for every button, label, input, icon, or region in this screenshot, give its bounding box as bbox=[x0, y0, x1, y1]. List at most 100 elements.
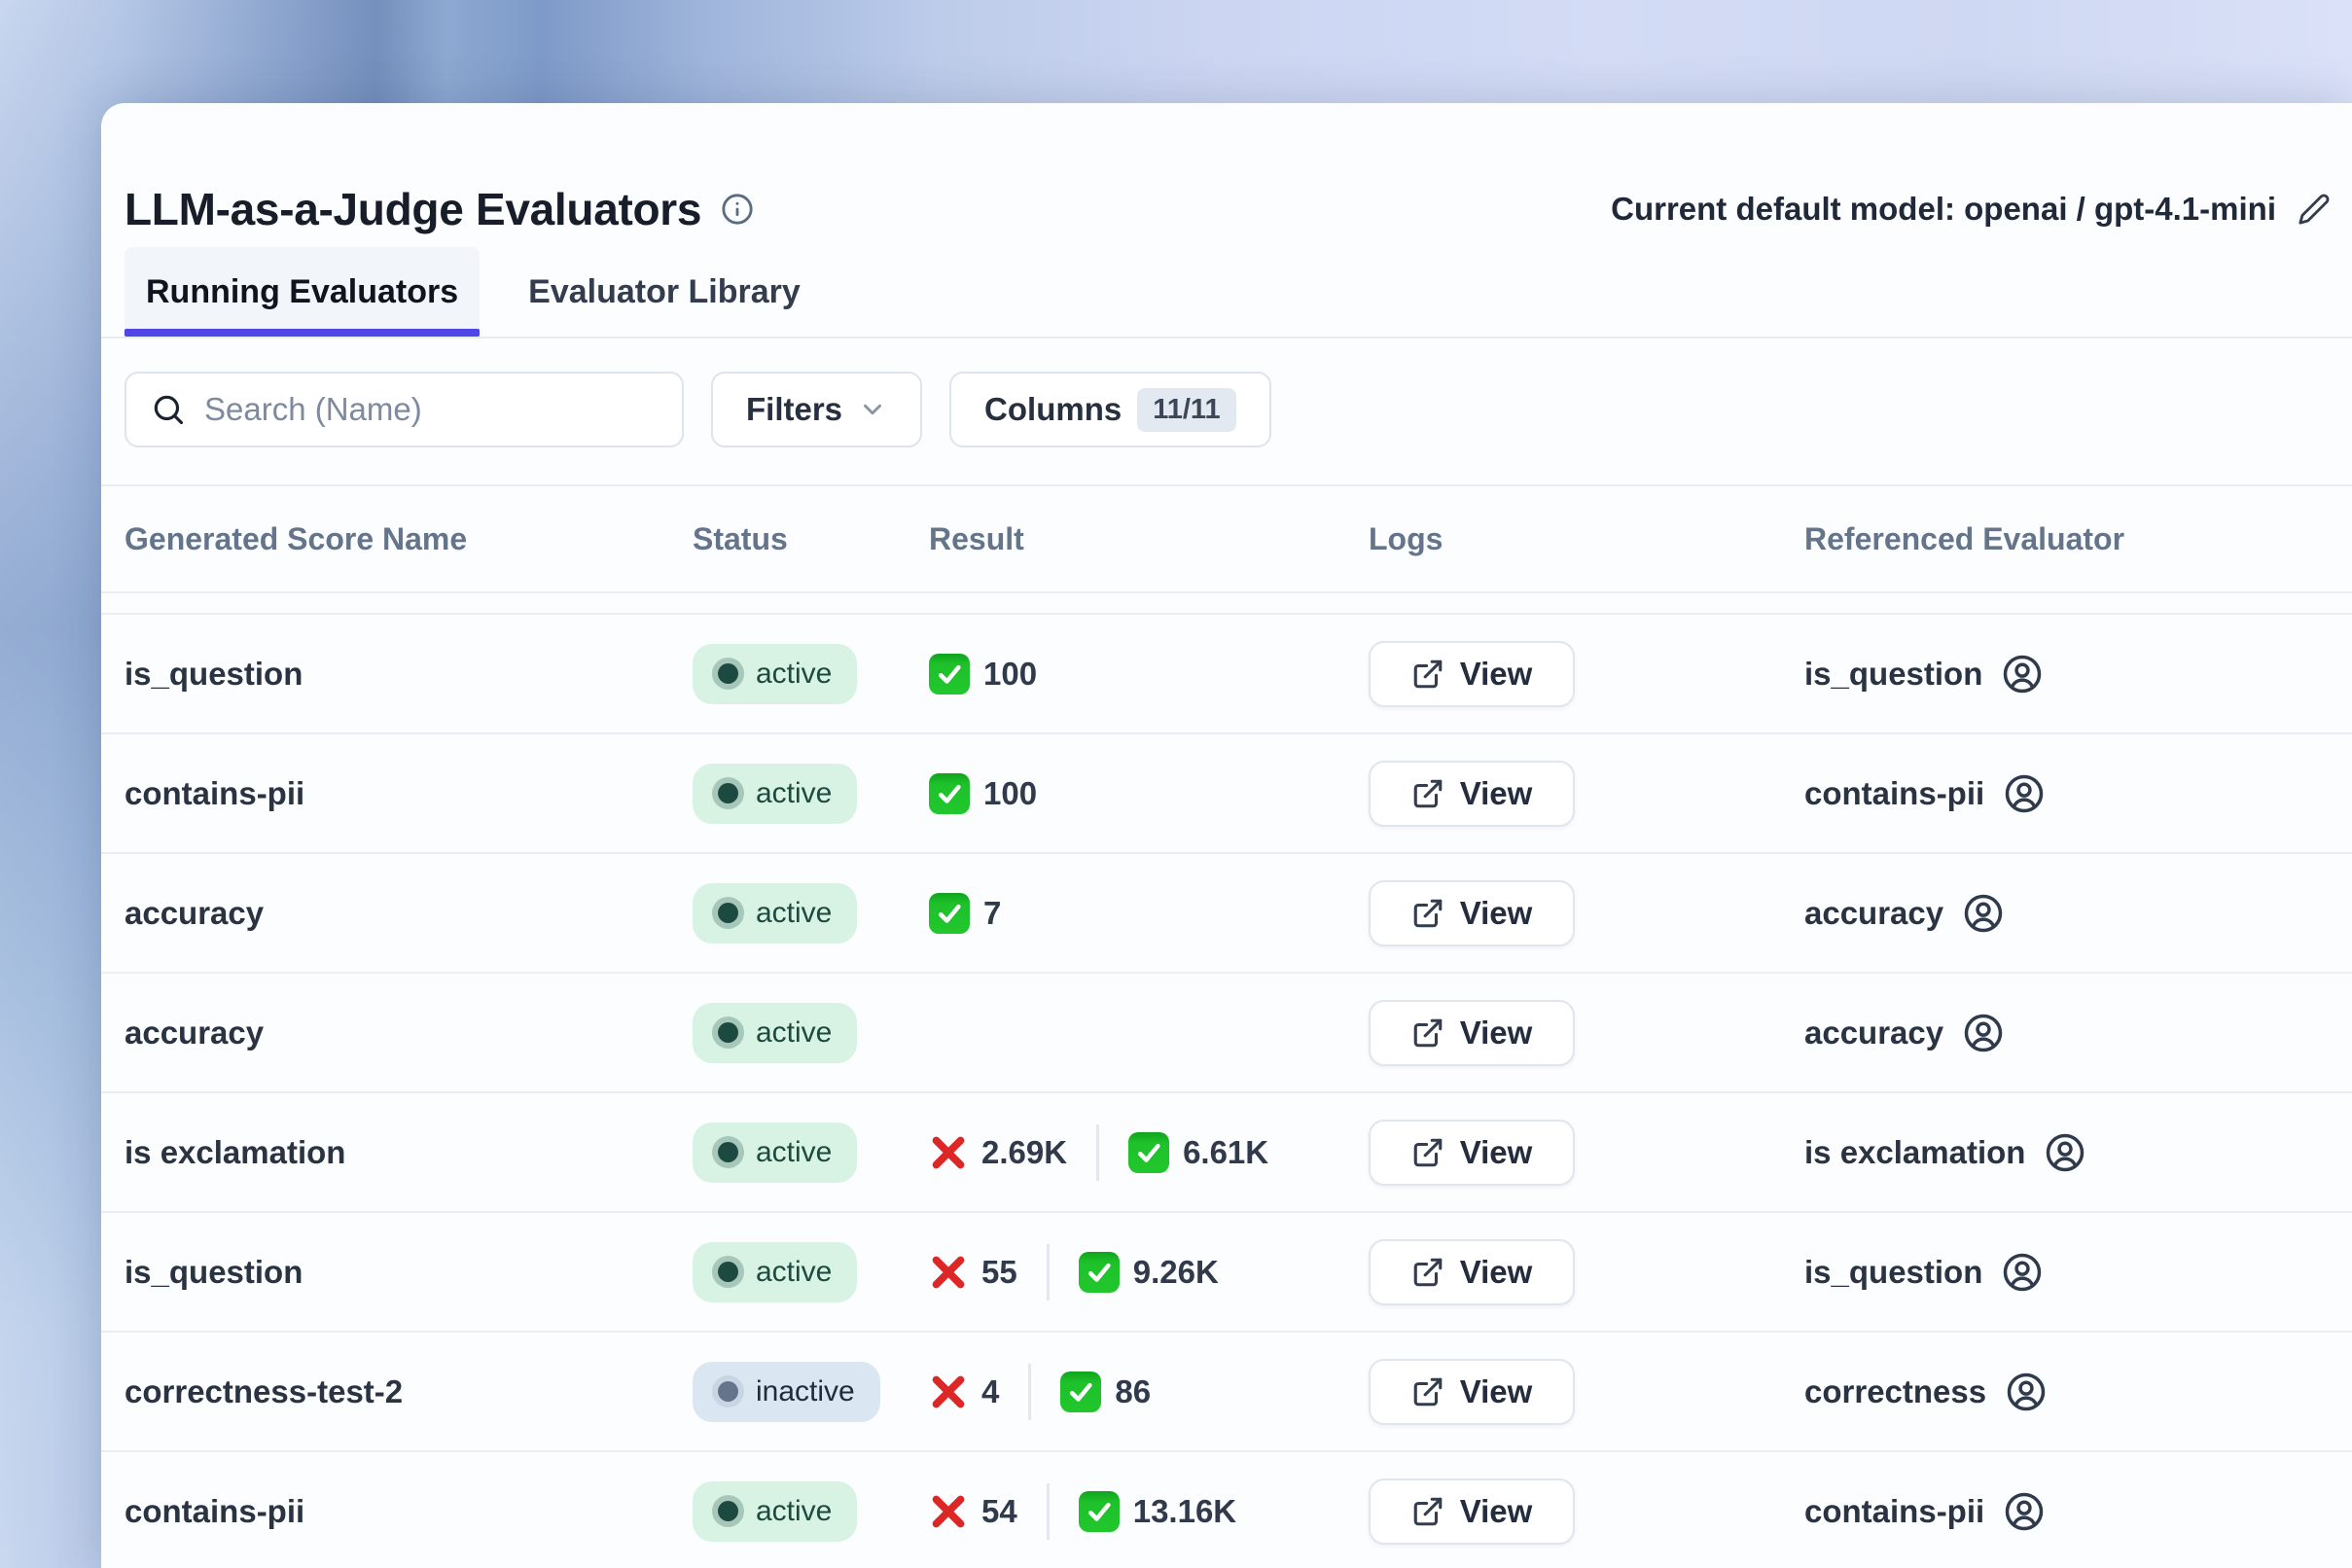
pass-group: 100 bbox=[929, 773, 1037, 814]
pass-group: 7 bbox=[929, 893, 1001, 934]
status-dot-icon bbox=[718, 1501, 738, 1521]
page-title: LLM-as-a-Judge Evaluators bbox=[125, 179, 701, 239]
result-cell: 54 13.16K bbox=[929, 1483, 1369, 1540]
referenced-evaluator-cell: accuracy bbox=[1804, 893, 2352, 934]
tab-running-evaluators[interactable]: Running Evaluators bbox=[125, 247, 480, 337]
columns-button[interactable]: Columns 11/11 bbox=[949, 372, 1271, 447]
table-row[interactable]: contains-pii active 100 View bbox=[101, 734, 2352, 854]
table-row[interactable]: is_question active 100 View bbox=[101, 615, 2352, 734]
status-dot-icon bbox=[718, 1022, 738, 1043]
score-name: is_question bbox=[125, 1254, 693, 1291]
status-dot-icon bbox=[718, 903, 738, 923]
pass-count: 9.26K bbox=[1133, 1254, 1219, 1291]
user-circle-icon bbox=[2004, 773, 2045, 814]
external-link-icon bbox=[1411, 1495, 1444, 1528]
view-logs-button[interactable]: View bbox=[1369, 1359, 1575, 1425]
status-badge: active bbox=[693, 644, 857, 704]
status-dot-icon bbox=[718, 1381, 738, 1402]
search-icon bbox=[150, 391, 187, 428]
status-dot-icon bbox=[718, 663, 738, 684]
evaluators-panel: LLM-as-a-Judge Evaluators Current defaul… bbox=[101, 103, 2352, 1568]
table-row[interactable]: correctness-test-2 inactive 4 86 bbox=[101, 1333, 2352, 1452]
score-name: accuracy bbox=[125, 1015, 693, 1051]
pass-group: 13.16K bbox=[1079, 1491, 1236, 1532]
result-cell: 2.69K 6.61K bbox=[929, 1124, 1369, 1181]
view-logs-button[interactable]: View bbox=[1369, 1479, 1575, 1545]
result-cell: 7 bbox=[929, 893, 1369, 934]
pass-count: 100 bbox=[983, 775, 1037, 812]
fail-count: 2.69K bbox=[981, 1134, 1067, 1171]
pass-count: 6.61K bbox=[1183, 1134, 1268, 1171]
status-badge: inactive bbox=[693, 1362, 880, 1422]
score-name: accuracy bbox=[125, 895, 693, 932]
check-mark-icon bbox=[929, 893, 970, 934]
table-row[interactable]: is exclamation active 2.69K 6.61K bbox=[101, 1093, 2352, 1213]
user-circle-icon bbox=[2045, 1132, 2085, 1173]
edit-model-icon[interactable] bbox=[2298, 193, 2331, 226]
view-logs-button[interactable]: View bbox=[1369, 1000, 1575, 1066]
pass-count: 7 bbox=[983, 895, 1001, 932]
col-header-result: Result bbox=[929, 521, 1369, 557]
fail-count: 55 bbox=[981, 1254, 1017, 1291]
referenced-evaluator-name: is_question bbox=[1804, 656, 1982, 693]
filters-button[interactable]: Filters bbox=[711, 372, 922, 447]
table-row[interactable]: contains-pii active 54 13.16K bbox=[101, 1452, 2352, 1568]
pass-count: 100 bbox=[983, 656, 1037, 693]
referenced-evaluator-name: correctness bbox=[1804, 1373, 1986, 1410]
pass-group: 100 bbox=[929, 654, 1037, 695]
view-label: View bbox=[1460, 656, 1533, 693]
chevron-down-icon bbox=[858, 395, 887, 424]
view-label: View bbox=[1460, 1015, 1533, 1051]
view-logs-button[interactable]: View bbox=[1369, 761, 1575, 827]
external-link-icon bbox=[1411, 1136, 1444, 1169]
cross-mark-icon bbox=[929, 1492, 968, 1531]
pass-count: 86 bbox=[1115, 1373, 1151, 1410]
status-label: active bbox=[756, 777, 832, 810]
cross-mark-icon bbox=[929, 1372, 968, 1411]
view-logs-button[interactable]: View bbox=[1369, 1239, 1575, 1305]
table-row[interactable]: accuracy active View accuracy bbox=[101, 974, 2352, 1093]
referenced-evaluator-name: is_question bbox=[1804, 1254, 1982, 1291]
status-dot-icon bbox=[718, 783, 738, 803]
col-header-name: Generated Score Name bbox=[125, 521, 693, 557]
search-input[interactable] bbox=[204, 391, 659, 428]
fail-group: 55 bbox=[929, 1253, 1017, 1292]
view-label: View bbox=[1460, 775, 1533, 812]
table-row[interactable]: is_question active 55 9.26K bbox=[101, 1213, 2352, 1333]
cross-mark-icon bbox=[929, 1133, 968, 1172]
result-cell: 100 bbox=[929, 773, 1369, 814]
pass-group: 9.26K bbox=[1079, 1252, 1219, 1293]
search-box[interactable] bbox=[125, 372, 684, 447]
referenced-evaluator-name: accuracy bbox=[1804, 1015, 1943, 1051]
score-name: contains-pii bbox=[125, 1493, 693, 1530]
status-badge: active bbox=[693, 764, 857, 824]
status-badge: active bbox=[693, 1242, 857, 1302]
result-divider bbox=[1047, 1244, 1050, 1301]
view-label: View bbox=[1460, 1373, 1533, 1410]
user-circle-icon bbox=[1963, 893, 2004, 934]
view-logs-button[interactable]: View bbox=[1369, 880, 1575, 946]
fail-count: 4 bbox=[981, 1373, 999, 1410]
table-header-row: Generated Score Name Status Result Logs … bbox=[101, 486, 2352, 593]
check-mark-icon bbox=[929, 654, 970, 695]
external-link-icon bbox=[1411, 658, 1444, 691]
external-link-icon bbox=[1411, 1016, 1444, 1050]
col-header-logs: Logs bbox=[1369, 521, 1804, 557]
fail-group: 2.69K bbox=[929, 1133, 1067, 1172]
referenced-evaluator-cell: is exclamation bbox=[1804, 1132, 2352, 1173]
info-icon[interactable] bbox=[721, 193, 754, 226]
referenced-evaluator-cell: accuracy bbox=[1804, 1013, 2352, 1053]
tab-evaluator-library[interactable]: Evaluator Library bbox=[507, 247, 822, 337]
check-mark-icon bbox=[1060, 1372, 1101, 1412]
status-label: active bbox=[756, 897, 832, 930]
status-dot-icon bbox=[718, 1142, 738, 1162]
col-header-referenced: Referenced Evaluator bbox=[1804, 521, 2352, 557]
referenced-evaluator-cell: contains-pii bbox=[1804, 1491, 2352, 1532]
view-logs-button[interactable]: View bbox=[1369, 641, 1575, 707]
check-mark-icon bbox=[929, 773, 970, 814]
table-row[interactable]: accuracy active 7 View bbox=[101, 854, 2352, 974]
view-logs-button[interactable]: View bbox=[1369, 1120, 1575, 1186]
fail-group: 54 bbox=[929, 1492, 1017, 1531]
status-badge: active bbox=[693, 883, 857, 944]
result-divider bbox=[1047, 1483, 1050, 1540]
